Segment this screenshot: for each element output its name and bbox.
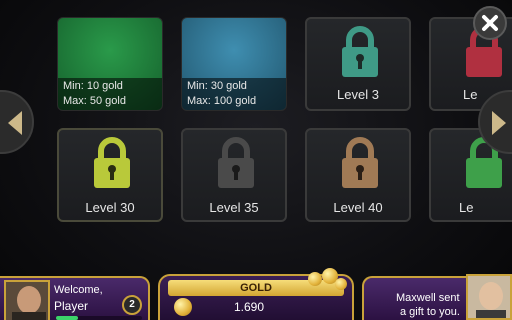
table-tile-6[interactable]: Level 35 bbox=[181, 128, 287, 222]
xp-progress-fill bbox=[56, 316, 78, 320]
welcome-text: Welcome, bbox=[54, 284, 103, 296]
player-avatar[interactable] bbox=[4, 280, 50, 320]
arrow-right-icon bbox=[492, 111, 506, 135]
table-tile-1[interactable]: Min: 10 gold Max: 50 gold bbox=[57, 17, 163, 111]
table-level-label: Level 3 bbox=[337, 87, 379, 102]
table-tile-3[interactable]: Level 3 bbox=[305, 17, 411, 111]
table-tile-2[interactable]: Min: 30 gold Max: 100 gold bbox=[181, 17, 287, 111]
coin-stack-icon bbox=[308, 272, 322, 286]
gift-message-line2: a gift to you. bbox=[400, 306, 460, 318]
table-tile-7[interactable]: Level 40 bbox=[305, 128, 411, 222]
lock-icon bbox=[342, 137, 378, 188]
table-level-label: Le bbox=[459, 200, 474, 215]
bottom-bar: Welcome, Player 2 GOLD 1.690 Maxwell sen… bbox=[0, 268, 512, 320]
table-level-label: Level 30 bbox=[85, 200, 135, 215]
lock-icon bbox=[94, 137, 130, 188]
avatar-image bbox=[6, 282, 48, 320]
close-icon bbox=[482, 15, 498, 31]
table-max: Max: 50 gold bbox=[63, 95, 126, 107]
table-select-screen: Min: 10 gold Max: 50 gold Min: 30 gold M… bbox=[0, 0, 512, 320]
table-level-label: Level 40 bbox=[333, 200, 383, 215]
table-info: Min: 10 gold Max: 50 gold bbox=[58, 78, 162, 110]
coin-stack-icon bbox=[335, 278, 347, 290]
coin-icon bbox=[174, 298, 192, 316]
table-info: Min: 30 gold Max: 100 gold bbox=[182, 78, 286, 110]
xp-progress-bar bbox=[56, 316, 142, 320]
gold-panel[interactable]: GOLD 1.690 bbox=[158, 268, 354, 320]
gold-amount: 1.690 bbox=[234, 300, 265, 314]
table-min: Min: 10 gold bbox=[63, 80, 123, 92]
close-button[interactable] bbox=[473, 6, 507, 40]
table-level-label: Level 35 bbox=[209, 200, 259, 215]
lock-icon bbox=[218, 137, 254, 188]
player-level-badge: 2 bbox=[122, 295, 142, 315]
gift-panel[interactable]: Maxwell sent a gift to you. bbox=[362, 274, 512, 320]
sender-avatar[interactable] bbox=[466, 274, 512, 320]
previous-page-button[interactable] bbox=[0, 90, 34, 154]
table-min: Min: 30 gold bbox=[187, 80, 247, 92]
avatar-image bbox=[468, 276, 510, 318]
player-panel[interactable]: Welcome, Player 2 bbox=[0, 276, 150, 320]
gift-message-line1: Maxwell sent bbox=[396, 292, 460, 304]
lock-icon bbox=[342, 26, 378, 77]
arrow-left-icon bbox=[8, 111, 22, 135]
player-name: Player bbox=[54, 299, 89, 313]
table-tile-5[interactable]: Level 30 bbox=[57, 128, 163, 222]
table-max: Max: 100 gold bbox=[187, 95, 257, 107]
